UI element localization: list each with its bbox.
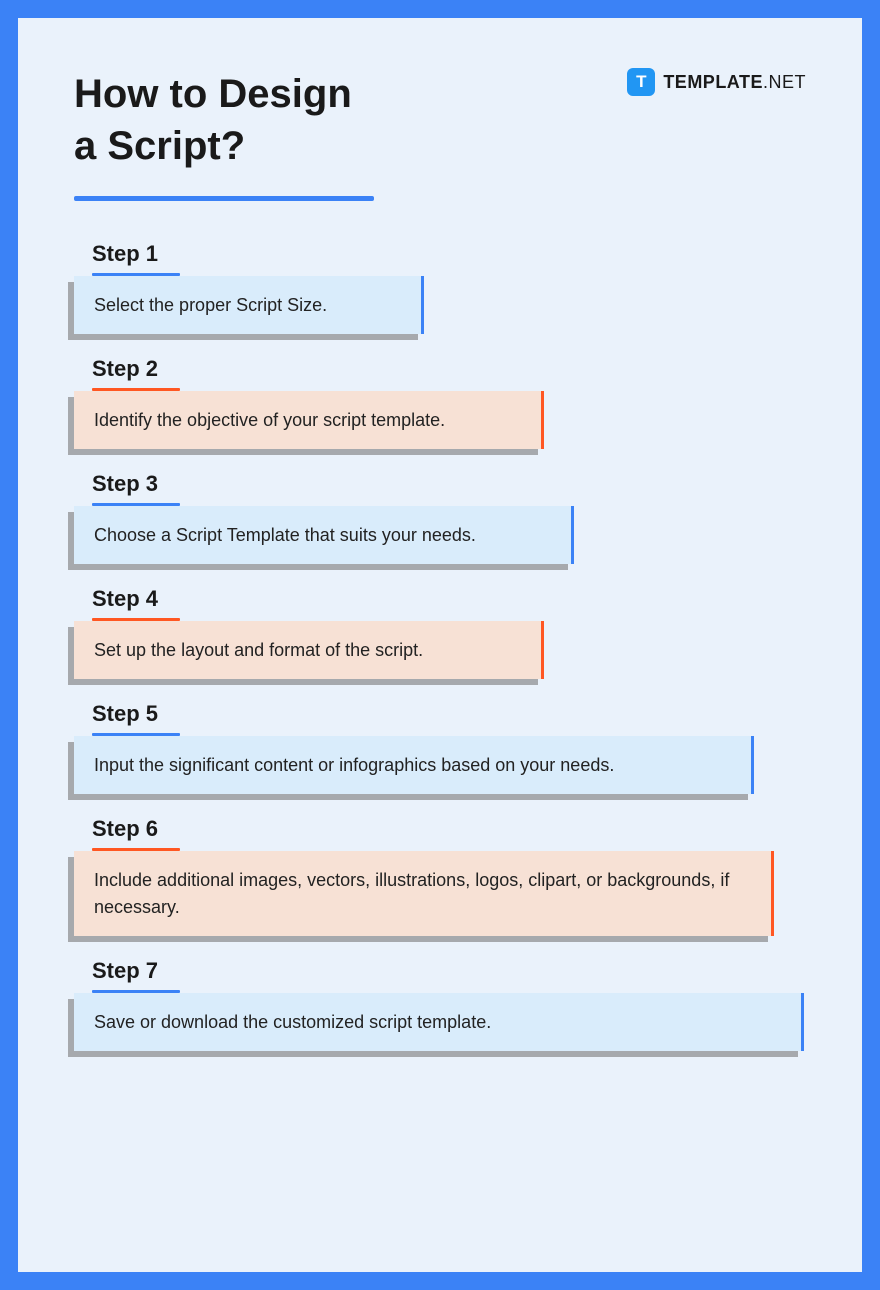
step-item: Step 3 Choose a Script Template that sui… — [74, 471, 806, 564]
logo-text: TEMPLATE.NET — [663, 72, 806, 93]
step-text: Identify the objective of your script te… — [94, 410, 445, 430]
title-line-1: How to Design — [74, 72, 352, 116]
step-box-wrap: Choose a Script Template that suits your… — [74, 506, 574, 564]
step-label: Step 2 — [74, 356, 806, 388]
step-box: Input the significant content or infogra… — [74, 736, 754, 794]
step-box-wrap: Identify the objective of your script te… — [74, 391, 544, 449]
step-box: Set up the layout and format of the scri… — [74, 621, 544, 679]
step-text: Select the proper Script Size. — [94, 295, 327, 315]
logo-light: .NET — [763, 72, 806, 92]
step-item: Step 5 Input the significant content or … — [74, 701, 806, 794]
step-item: Step 4 Set up the layout and format of t… — [74, 586, 806, 679]
step-text: Input the significant content or infogra… — [94, 755, 614, 775]
step-item: Step 2 Identify the objective of your sc… — [74, 356, 806, 449]
step-box: Include additional images, vectors, illu… — [74, 851, 774, 935]
step-box: Select the proper Script Size. — [74, 276, 424, 334]
logo-icon-letter: T — [636, 72, 646, 92]
title-line-2: a Script? — [74, 124, 245, 168]
step-box-wrap: Save or download the customized script t… — [74, 993, 804, 1051]
step-box-wrap: Input the significant content or infogra… — [74, 736, 754, 794]
header: How to Design a Script? T TEMPLATE.NET — [74, 68, 806, 201]
step-text: Save or download the customized script t… — [94, 1012, 491, 1032]
step-label: Step 5 — [74, 701, 806, 733]
step-text: Include additional images, vectors, illu… — [94, 870, 729, 916]
step-label: Step 6 — [74, 816, 806, 848]
step-box: Save or download the customized script t… — [74, 993, 804, 1051]
title-block: How to Design a Script? — [74, 68, 374, 201]
brand-logo: T TEMPLATE.NET — [627, 68, 806, 96]
step-item: Step 1 Select the proper Script Size. — [74, 241, 806, 334]
step-label: Step 7 — [74, 958, 806, 990]
step-item: Step 7 Save or download the customized s… — [74, 958, 806, 1051]
logo-bold: TEMPLATE — [663, 72, 763, 92]
step-label: Step 3 — [74, 471, 806, 503]
step-label: Step 4 — [74, 586, 806, 618]
step-box-wrap: Include additional images, vectors, illu… — [74, 851, 774, 935]
title-underline — [74, 196, 374, 201]
logo-icon: T — [627, 68, 655, 96]
page-container: How to Design a Script? T TEMPLATE.NET S… — [18, 18, 862, 1272]
step-box-wrap: Set up the layout and format of the scri… — [74, 621, 544, 679]
step-item: Step 6 Include additional images, vector… — [74, 816, 806, 935]
step-box: Identify the objective of your script te… — [74, 391, 544, 449]
step-text: Set up the layout and format of the scri… — [94, 640, 423, 660]
step-box-wrap: Select the proper Script Size. — [74, 276, 424, 334]
step-text: Choose a Script Template that suits your… — [94, 525, 476, 545]
step-box: Choose a Script Template that suits your… — [74, 506, 574, 564]
step-label: Step 1 — [74, 241, 806, 273]
page-title: How to Design a Script? — [74, 68, 374, 172]
steps-list: Step 1 Select the proper Script Size. St… — [74, 241, 806, 1051]
